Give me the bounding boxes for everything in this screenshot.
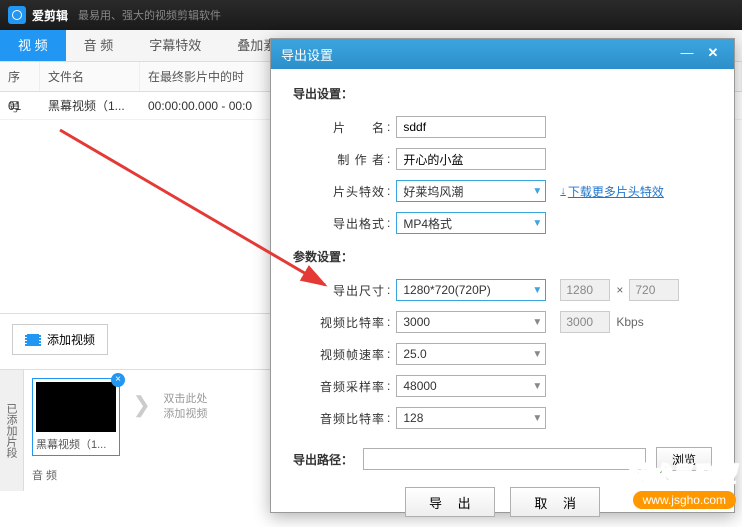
select-format[interactable]: MP4格式 ▼ bbox=[396, 212, 546, 234]
tab-audio[interactable]: 音 频 bbox=[66, 30, 132, 61]
label-abitrate: 音频比特率 bbox=[313, 410, 385, 427]
watermark-text: 技术员联盟 bbox=[626, 457, 736, 489]
clip-name: 黑幕视频（1... bbox=[36, 436, 116, 452]
chevron-down-icon: ▼ bbox=[529, 218, 545, 229]
cell-seq: 01 bbox=[0, 92, 40, 119]
select-vbitrate[interactable]: 3000 ▼ bbox=[396, 311, 546, 333]
export-dialog: 导出设置 — ✕ 导出设置： 片 名: 制 作 者: 片头特效: 好莱坞风潮 ▼… bbox=[270, 38, 735, 513]
label-format: 导出格式 bbox=[313, 215, 385, 232]
chevron-down-icon: ▼ bbox=[529, 285, 545, 296]
col-seq: 序号 bbox=[0, 62, 40, 91]
clip-side-label: 已添加片段 bbox=[0, 370, 24, 491]
link-more-fx[interactable]: 下载更多片头特效 bbox=[560, 183, 664, 200]
chevron-right-icon: ❯ bbox=[132, 392, 150, 418]
label-path: 导出路径： bbox=[293, 451, 353, 468]
label-fps: 视频帧速率 bbox=[313, 346, 385, 363]
app-subtitle: 最易用、强大的视频剪辑软件 bbox=[78, 7, 221, 23]
app-logo-icon bbox=[8, 6, 26, 24]
select-fps[interactable]: 25.0 ▼ bbox=[396, 343, 546, 365]
app-name: 爱剪辑 bbox=[32, 7, 68, 24]
select-abitrate[interactable]: 128 ▼ bbox=[396, 407, 546, 429]
dialog-titlebar[interactable]: 导出设置 — ✕ bbox=[271, 39, 734, 69]
clip-remove-icon[interactable]: × bbox=[111, 373, 125, 387]
label-size: 导出尺寸 bbox=[313, 282, 385, 299]
select-title-fx[interactable]: 好莱坞风潮 ▼ bbox=[396, 180, 546, 202]
input-author[interactable] bbox=[396, 148, 546, 170]
label-name: 片 名 bbox=[313, 119, 385, 136]
multiply-icon: × bbox=[616, 283, 623, 297]
clip-preview bbox=[36, 382, 116, 432]
watermark: 技术员联盟 www.jsgho.com bbox=[626, 457, 736, 509]
tab-video[interactable]: 视 频 bbox=[0, 30, 66, 61]
col-file: 文件名 bbox=[40, 62, 140, 91]
add-video-button[interactable]: 添加视频 bbox=[12, 324, 108, 355]
cell-file: 黑幕视频（1... bbox=[40, 92, 140, 119]
chevron-down-icon: ▼ bbox=[529, 186, 545, 197]
tab-subtitle[interactable]: 字幕特效 bbox=[131, 30, 219, 61]
chevron-down-icon: ▼ bbox=[529, 413, 545, 424]
chevron-down-icon: ▼ bbox=[529, 349, 545, 360]
app-header: 爱剪辑 最易用、强大的视频剪辑软件 bbox=[0, 0, 742, 30]
unit-kbps: Kbps bbox=[616, 315, 643, 329]
size-height-readonly: 720 bbox=[629, 279, 679, 301]
close-icon[interactable]: ✕ bbox=[702, 45, 724, 63]
section-param-title: 参数设置： bbox=[293, 248, 712, 265]
minimize-icon[interactable]: — bbox=[676, 45, 698, 63]
film-icon bbox=[25, 334, 41, 346]
chevron-down-icon: ▼ bbox=[529, 317, 545, 328]
input-name[interactable] bbox=[396, 116, 546, 138]
watermark-url: www.jsgho.com bbox=[633, 491, 736, 509]
input-path[interactable] bbox=[363, 448, 646, 470]
clip-thumbnail[interactable]: × 黑幕视频（1... bbox=[32, 378, 120, 456]
label-asample: 音频采样率 bbox=[313, 378, 385, 395]
select-asample[interactable]: 48000 ▼ bbox=[396, 375, 546, 397]
section-export-title: 导出设置： bbox=[293, 85, 712, 102]
lower-panel: 添加视频 已添加片段 × 黑幕视频（1... ❯ 双击此处 添加视频 音 频 bbox=[0, 313, 270, 513]
label-title-fx: 片头特效 bbox=[313, 183, 385, 200]
chevron-down-icon: ▼ bbox=[529, 381, 545, 392]
select-size[interactable]: 1280*720(720P) ▼ bbox=[396, 279, 546, 301]
clip-audio-label: 音 频 bbox=[32, 467, 262, 483]
dialog-title: 导出设置 bbox=[281, 45, 672, 64]
add-video-label: 添加视频 bbox=[47, 331, 95, 348]
vbitrate-readonly: 3000 bbox=[560, 311, 610, 333]
label-author: 制 作 者 bbox=[313, 151, 385, 168]
clip-area: 已添加片段 × 黑幕视频（1... ❯ 双击此处 添加视频 音 频 bbox=[0, 369, 270, 491]
size-width-readonly: 1280 bbox=[560, 279, 610, 301]
add-clip-hint[interactable]: 双击此处 添加视频 bbox=[163, 392, 207, 423]
label-vbitrate: 视频比特率 bbox=[313, 314, 385, 331]
